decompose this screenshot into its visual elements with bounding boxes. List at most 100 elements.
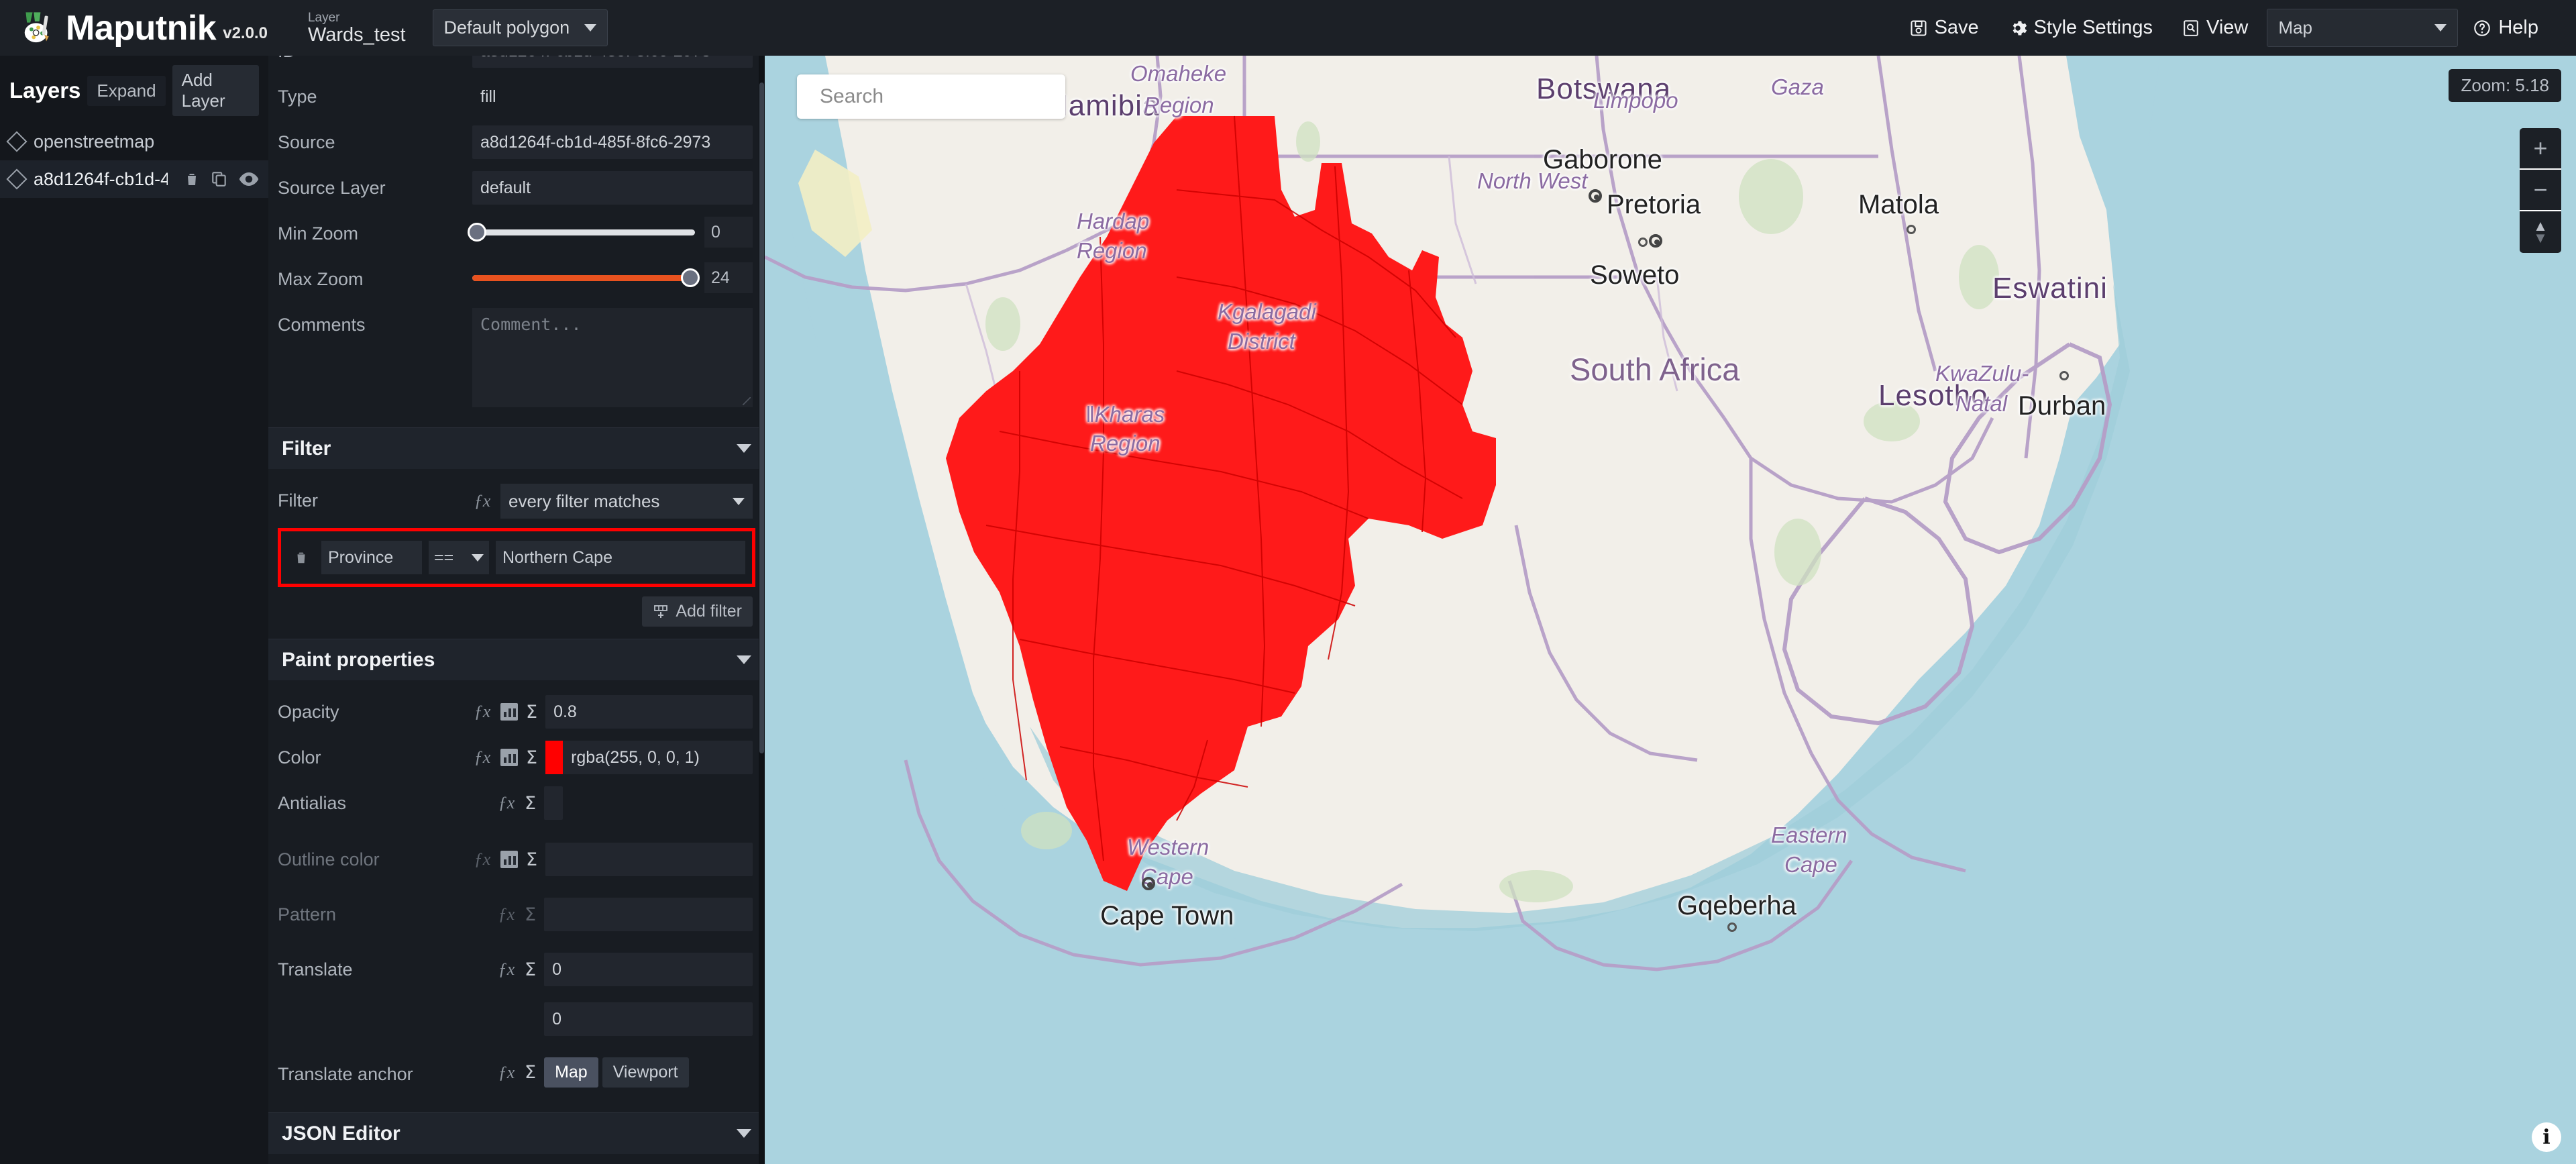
- property-row-antialias: Antialias ƒx Σ: [268, 781, 765, 827]
- style-preset-select[interactable]: Default polygon: [432, 9, 608, 46]
- filter-section-header[interactable]: Filter: [268, 427, 765, 469]
- color-input[interactable]: rgba(255, 0, 0, 1): [563, 741, 753, 774]
- map-canvas[interactable]: Zoom: 5.18 + − ▲▼ i Namibia Botswana Esw…: [765, 56, 2576, 1164]
- max-zoom-slider[interactable]: [472, 268, 700, 287]
- fx-icon[interactable]: ƒx: [472, 702, 492, 722]
- expression-icon[interactable]: Σ: [525, 793, 536, 814]
- zoom-function-icon[interactable]: [500, 703, 518, 721]
- layer-list-item-openstreetmap[interactable]: openstreetmap: [0, 123, 268, 160]
- help-button[interactable]: Help: [2458, 8, 2553, 48]
- translate-x-input[interactable]: 0: [544, 953, 753, 986]
- fx-icon[interactable]: ƒx: [472, 849, 492, 869]
- property-label-outline-color: Outline color: [278, 849, 380, 869]
- save-label: Save: [1934, 17, 1979, 38]
- filter-rule-operator-select[interactable]: ==: [429, 541, 489, 574]
- antialias-checkbox[interactable]: [544, 786, 564, 820]
- property-label-id: ID: [278, 56, 472, 62]
- filter-rule-key-input[interactable]: Province: [321, 541, 422, 574]
- filter-section-title: Filter: [282, 437, 331, 460]
- map-attribution-button[interactable]: i: [2532, 1122, 2561, 1152]
- compass-button[interactable]: ▲ ▼: [2520, 211, 2561, 253]
- comments-textarea[interactable]: Comment...: [472, 308, 753, 407]
- style-settings-label: Style Settings: [2033, 17, 2153, 38]
- filter-rule-value-input[interactable]: Northern Cape: [496, 541, 745, 574]
- properties-scrollbar[interactable]: [759, 56, 765, 1164]
- property-row-comments: Comments Comment...: [268, 303, 765, 421]
- map-search-box[interactable]: [797, 74, 1079, 119]
- property-label-translate: Translate: [278, 959, 353, 980]
- expression-icon[interactable]: Σ: [525, 959, 536, 980]
- zoom-in-button[interactable]: +: [2520, 128, 2561, 170]
- style-settings-button[interactable]: Style Settings: [1994, 8, 2167, 48]
- layer-item-label: openstreetmap: [34, 131, 155, 152]
- save-button[interactable]: Save: [1894, 8, 1994, 48]
- fx-icon[interactable]: ƒx: [496, 959, 517, 980]
- property-row-min-zoom: Min Zoom 0: [268, 211, 765, 257]
- copy-icon[interactable]: [211, 170, 228, 188]
- opacity-input[interactable]: 0.8: [545, 695, 753, 729]
- min-zoom-slider[interactable]: [467, 223, 695, 242]
- map-search-input[interactable]: [820, 85, 1079, 108]
- capital-marker-icon: [1649, 234, 1662, 248]
- current-layer-indicator: Layer Wards_test: [308, 11, 406, 45]
- property-label-pattern: Pattern: [278, 904, 337, 924]
- fx-icon[interactable]: ƒx: [496, 1063, 517, 1083]
- add-layer-button[interactable]: Add Layer: [172, 65, 259, 116]
- min-zoom-value[interactable]: 0: [704, 217, 753, 248]
- chevron-down-icon: [472, 553, 484, 562]
- fx-icon[interactable]: ƒx: [472, 747, 492, 768]
- layer-type-icon: [6, 168, 28, 190]
- expression-icon[interactable]: Σ: [525, 1062, 536, 1083]
- outline-color-input[interactable]: [545, 843, 753, 876]
- trash-icon[interactable]: [184, 170, 200, 188]
- max-zoom-value[interactable]: 24: [704, 262, 753, 293]
- eye-icon[interactable]: [239, 171, 259, 187]
- expand-layers-button[interactable]: Expand: [87, 75, 166, 106]
- property-row-translate-y: ƒx Σ 0: [268, 997, 765, 1043]
- json-editor-section-header[interactable]: JSON Editor: [268, 1112, 765, 1154]
- property-row-opacity: Opacity ƒx Σ 0.8: [268, 690, 765, 735]
- add-filter-button[interactable]: Add filter: [642, 596, 753, 627]
- expression-icon[interactable]: Σ: [525, 904, 536, 925]
- translate-anchor-option-viewport[interactable]: Viewport: [602, 1057, 689, 1088]
- fx-icon[interactable]: ƒx: [496, 793, 517, 813]
- fx-icon[interactable]: ƒx: [496, 904, 517, 924]
- view-button[interactable]: View: [2167, 8, 2263, 48]
- view-mode-value: Map: [2278, 17, 2312, 38]
- property-label-filter: Filter: [278, 490, 318, 511]
- layers-panel: Layers Expand Add Layer openstreetmap a8…: [0, 56, 268, 1164]
- layer-kicker-label: Layer: [307, 10, 340, 25]
- zoom-out-button[interactable]: −: [2520, 170, 2561, 211]
- save-icon: [1911, 19, 1927, 36]
- toolbar-actions: Save Style Settings View Map Help: [1894, 8, 2576, 48]
- fx-icon[interactable]: ƒx: [472, 491, 492, 511]
- scrollbar-thumb[interactable]: [759, 83, 764, 753]
- layer-id-input[interactable]: a8d1264f-cb1d-485f-8fc6-2973: [472, 56, 753, 68]
- chevron-down-icon: [737, 444, 751, 453]
- layer-name-label: Wards_test: [307, 23, 406, 46]
- view-mode-select[interactable]: Map: [2267, 9, 2459, 47]
- zoom-function-icon[interactable]: [500, 749, 518, 766]
- add-filter-label: Add filter: [676, 602, 742, 621]
- expression-icon[interactable]: Σ: [526, 849, 537, 870]
- app-title: Maputnik: [66, 8, 217, 48]
- filter-rule-row: Province == Northern Cape: [278, 528, 755, 587]
- layer-source-layer-input[interactable]: default: [472, 171, 753, 205]
- pattern-input[interactable]: [544, 898, 753, 931]
- filter-match-mode-select[interactable]: every filter matches: [500, 484, 753, 519]
- maputnik-logo-icon: [24, 11, 49, 42]
- paint-section-header[interactable]: Paint properties: [268, 639, 765, 680]
- color-swatch[interactable]: [545, 741, 564, 774]
- translate-anchor-option-map[interactable]: Map: [544, 1057, 598, 1088]
- zoom-function-icon[interactable]: [500, 851, 518, 868]
- help-icon: [2474, 19, 2491, 36]
- layer-source-input[interactable]: a8d1264f-cb1d-485f-8fc6-2973: [472, 125, 753, 159]
- delete-filter-rule-button[interactable]: [288, 549, 315, 566]
- translate-y-input[interactable]: 0: [544, 1002, 753, 1036]
- property-label-type: Type: [278, 87, 317, 107]
- layer-list-item-selected[interactable]: a8d1264f-cb1d-485f-: [0, 160, 268, 198]
- expression-icon[interactable]: Σ: [526, 747, 537, 768]
- chevron-down-icon: [584, 24, 597, 32]
- expression-icon[interactable]: Σ: [526, 702, 537, 723]
- city-marker-icon: [1727, 922, 1737, 932]
